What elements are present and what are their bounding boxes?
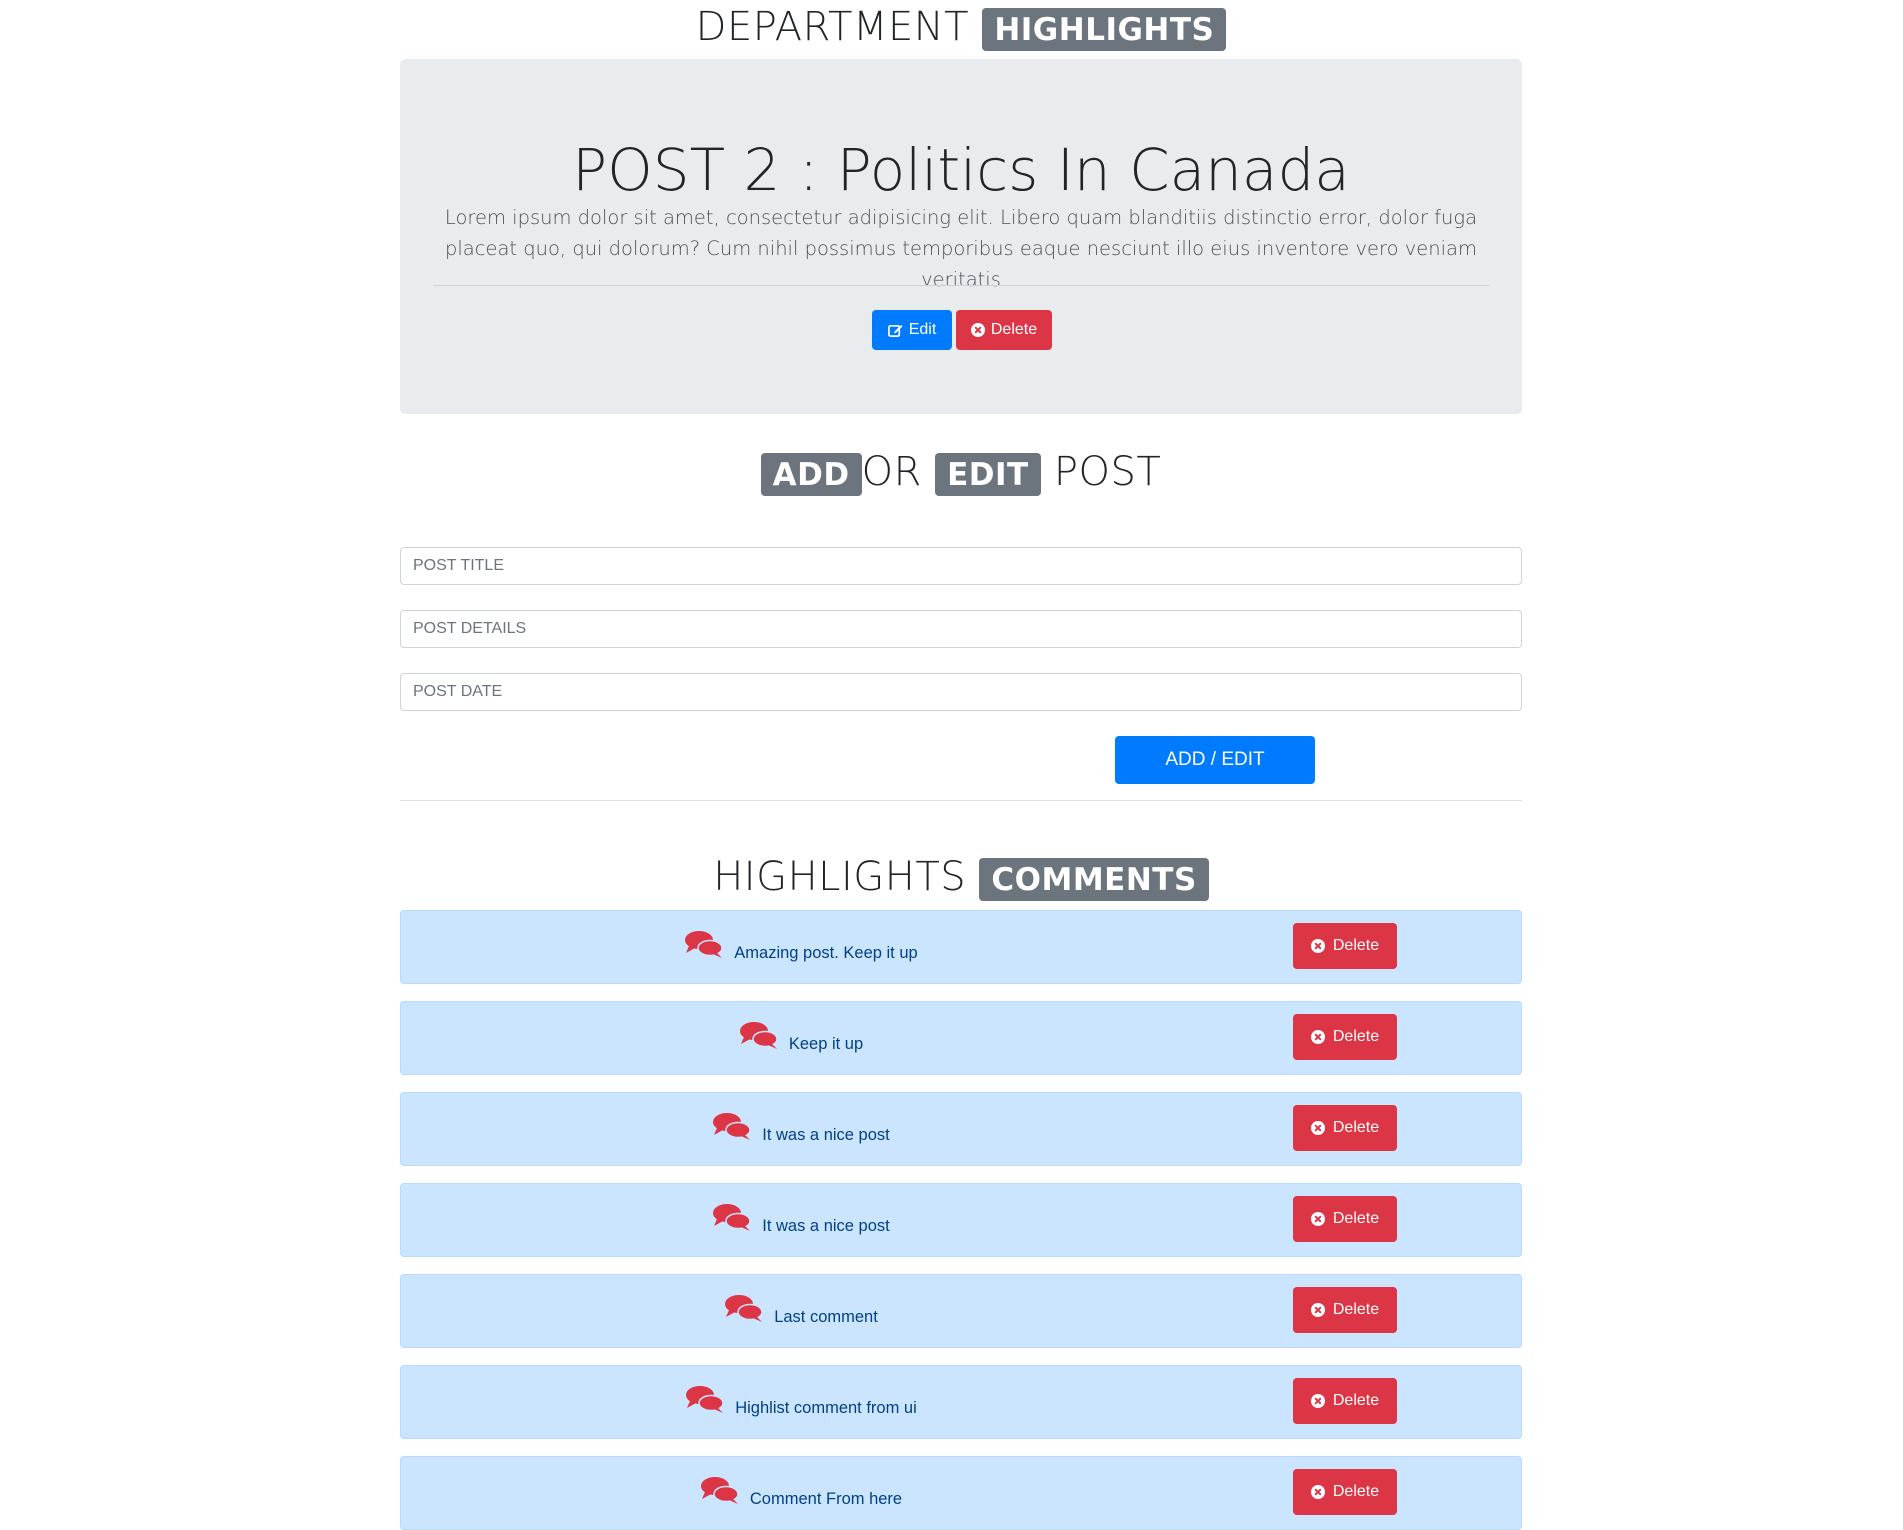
comments-icon <box>686 1386 724 1413</box>
delete-comment-label: Delete <box>1332 1392 1380 1409</box>
form-title-edit-badge: EDIT <box>935 453 1041 496</box>
comments-icon <box>713 1113 751 1140</box>
delete-comment-label: Delete <box>1332 1483 1380 1500</box>
form-title-or: OR <box>861 449 922 495</box>
delete-comment-button[interactable]: Delete <box>1293 1469 1397 1515</box>
times-circle-icon <box>1310 1030 1325 1044</box>
comment-text: Amazing post. Keep it up <box>734 943 918 962</box>
times-circle-icon <box>1310 1212 1325 1226</box>
comment-content: Amazing post. Keep it up <box>401 911 1201 983</box>
post-divider <box>433 285 1489 286</box>
times-circle-icon <box>1310 1303 1325 1317</box>
delete-comment-button[interactable]: Delete <box>1293 1196 1397 1242</box>
comment-content: It was a nice post <box>401 1184 1201 1256</box>
form-title: ADD OR EDIT POST <box>400 447 1522 497</box>
comment-text: Keep it up <box>788 1034 864 1053</box>
comment-item: It was a nice post Delete <box>400 1092 1522 1166</box>
times-circle-icon <box>1310 1394 1325 1408</box>
edit-icon <box>887 324 903 337</box>
times-circle-icon <box>1310 1485 1325 1499</box>
comments-title-text: HIGHLIGHTS <box>713 854 967 900</box>
comments-icon <box>739 1022 778 1049</box>
page-title-badge: HIGHLIGHTS <box>982 8 1227 51</box>
post-title: POST 2 : Politics In Canada <box>572 136 1350 204</box>
page-title: DEPARTMENT HIGHLIGHTS <box>400 2 1522 52</box>
comment-text: Last comment <box>774 1307 878 1326</box>
delete-comment-label: Delete <box>1332 1028 1380 1045</box>
delete-comment-button[interactable]: Delete <box>1293 1014 1397 1060</box>
form-title-post: POST <box>1053 449 1162 495</box>
comments-icon <box>685 931 724 958</box>
comments-icon <box>700 1477 739 1504</box>
comment-item: It was a nice post Delete <box>400 1183 1522 1257</box>
comment-content: Comment From here <box>401 1457 1201 1529</box>
comment-content: Last comment <box>401 1275 1201 1347</box>
comment-text: Highlist comment from ui <box>735 1398 917 1417</box>
delete-comment-label: Delete <box>1332 1210 1380 1227</box>
post-jumbotron: POST 2 : Politics In Canada Lorem ipsum … <box>400 59 1522 414</box>
comment-text: It was a nice post <box>762 1216 890 1235</box>
edit-post-label: Edit <box>908 321 937 338</box>
post-title-input[interactable] <box>400 547 1522 585</box>
post-details-input[interactable] <box>400 610 1522 648</box>
comment-item: Amazing post. Keep it up Delete <box>400 910 1522 984</box>
post-details: Lorem ipsum dolor sit amet, consectetur … <box>444 206 1478 291</box>
times-circle-icon <box>1310 1121 1325 1135</box>
form-title-add-badge: ADD <box>760 453 862 496</box>
delete-comment-label: Delete <box>1332 1301 1380 1318</box>
comments-title-badge: COMMENTS <box>979 858 1209 901</box>
comment-item: Highlist comment from ui Delete <box>400 1365 1522 1439</box>
delete-post-label: Delete <box>990 321 1038 338</box>
comment-item: Keep it up Delete <box>400 1001 1522 1075</box>
comment-text: Comment From here <box>749 1489 903 1508</box>
comment-content: Keep it up <box>401 1002 1201 1074</box>
comments-icon <box>713 1204 751 1231</box>
comments-title: HIGHLIGHTS COMMENTS <box>400 852 1522 902</box>
page-title-text: DEPARTMENT <box>695 4 970 50</box>
delete-comment-button[interactable]: Delete <box>1293 923 1397 969</box>
comment-content: Highlist comment from ui <box>401 1366 1201 1438</box>
delete-comment-button[interactable]: Delete <box>1293 1378 1397 1424</box>
comment-item: Last comment Delete <box>400 1274 1522 1348</box>
delete-comment-label: Delete <box>1332 1119 1380 1136</box>
delete-post-button[interactable]: Delete <box>956 310 1052 350</box>
post-date-input[interactable] <box>400 673 1522 711</box>
comment-content: It was a nice post <box>401 1093 1201 1165</box>
times-circle-icon <box>970 323 985 337</box>
comment-text: It was a nice post <box>762 1125 890 1144</box>
delete-comment-label: Delete <box>1332 937 1380 954</box>
delete-comment-button[interactable]: Delete <box>1293 1105 1397 1151</box>
add-edit-button[interactable]: ADD / EDIT <box>1115 736 1315 784</box>
comment-item: Comment From here Delete <box>400 1456 1522 1530</box>
edit-post-button[interactable]: Edit <box>872 310 952 350</box>
delete-comment-button[interactable]: Delete <box>1293 1287 1397 1333</box>
times-circle-icon <box>1310 939 1325 953</box>
comments-icon <box>725 1295 763 1322</box>
section-divider <box>400 800 1522 801</box>
